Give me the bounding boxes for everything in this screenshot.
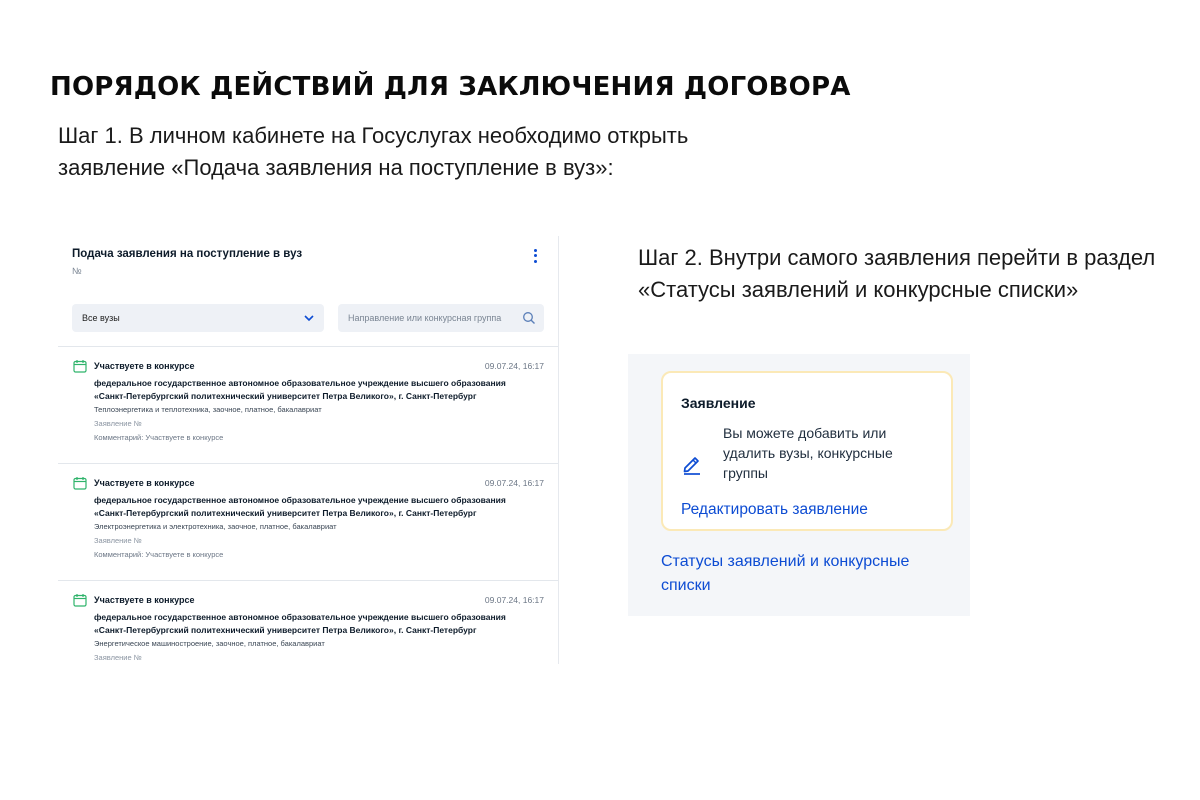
panel-title: Подача заявления на поступление в вуз <box>72 248 303 260</box>
pencil-icon[interactable] <box>681 453 703 475</box>
panel-number: № <box>72 266 82 276</box>
item-status: Участвуете в конкурсе <box>94 478 195 488</box>
item-date: 09.07.24, 16:17 <box>484 595 544 605</box>
item-organization: федеральное государственное автономное о… <box>94 378 506 401</box>
item-program: Энергетическое машиностроение, заочное, … <box>94 639 325 648</box>
university-select[interactable]: Все вузы <box>72 304 324 332</box>
item-application-number: Заявление № <box>94 536 142 545</box>
item-comment: Комментарий: Участвуете в конкурсе <box>94 550 224 559</box>
filters-row: Все вузы Направление или конкурсная груп… <box>72 304 544 332</box>
application-card: Заявление Вы можете добавить или удалить… <box>661 371 953 531</box>
step2-line1: Шаг 2. Внутри самого заявления перейти в… <box>638 245 1156 270</box>
step2-text: Шаг 2. Внутри самого заявления перейти в… <box>638 242 1198 306</box>
list-item[interactable]: Участвуете в конкурсе 09.07.24, 16:17 фе… <box>58 346 558 463</box>
page-title: ПОРЯДОК ДЕЙСТВИЙ ДЛЯ ЗАКЛЮЧЕНИЯ ДОГОВОРА <box>50 72 851 102</box>
edit-application-link[interactable]: Редактировать заявление <box>681 501 868 519</box>
item-comment: Комментарий: Участвуете в конкурсе <box>94 433 224 442</box>
calendar-icon <box>73 360 87 373</box>
panel-header: Подача заявления на поступление в вуз № <box>72 246 544 276</box>
calendar-icon <box>73 477 87 490</box>
item-date: 09.07.24, 16:17 <box>484 361 544 371</box>
step1-text: Шаг 1. В личном кабинете на Госуслугах н… <box>58 120 778 184</box>
application-card-screenshot: Заявление Вы можете добавить или удалить… <box>628 354 970 616</box>
application-list: Участвуете в конкурсе 09.07.24, 16:17 фе… <box>58 346 558 664</box>
statuses-and-lists-link[interactable]: Статусы заявлений и конкурсные списки <box>661 550 941 598</box>
search-icon[interactable] <box>522 311 536 325</box>
item-status: Участвуете в конкурсе <box>94 361 195 371</box>
kebab-menu-icon[interactable] <box>530 248 540 264</box>
item-organization: федеральное государственное автономное о… <box>94 495 506 518</box>
card-description: Вы можете добавить или удалить вузы, кон… <box>723 425 893 481</box>
item-application-number: Заявление № <box>94 419 142 428</box>
search-placeholder: Направление или конкурсная группа <box>348 313 502 323</box>
item-organization: федеральное государственное автономное о… <box>94 612 506 635</box>
list-item[interactable]: Участвуете в конкурсе 09.07.24, 16:17 фе… <box>58 580 558 664</box>
item-date: 09.07.24, 16:17 <box>484 478 544 488</box>
direction-search-input[interactable]: Направление или конкурсная группа <box>338 304 544 332</box>
list-item[interactable]: Участвуете в конкурсе 09.07.24, 16:17 фе… <box>58 463 558 580</box>
card-title: Заявление <box>681 395 756 411</box>
application-panel-screenshot: Подача заявления на поступление в вуз № … <box>58 236 559 664</box>
item-program: Теплоэнергетика и теплотехника, заочное,… <box>94 405 322 414</box>
university-select-value: Все вузы <box>82 313 120 323</box>
item-status: Участвуете в конкурсе <box>94 595 195 605</box>
step1-line2: заявление «Подача заявления на поступлен… <box>58 155 614 180</box>
step1-line1: Шаг 1. В личном кабинете на Госуслугах н… <box>58 123 689 148</box>
chevron-down-icon <box>304 315 314 322</box>
calendar-icon <box>73 594 87 607</box>
item-application-number: Заявление № <box>94 653 142 662</box>
item-program: Электроэнергетика и электротехника, заоч… <box>94 522 337 531</box>
step2-line2: «Статусы заявлений и конкурсные списки» <box>638 277 1079 302</box>
